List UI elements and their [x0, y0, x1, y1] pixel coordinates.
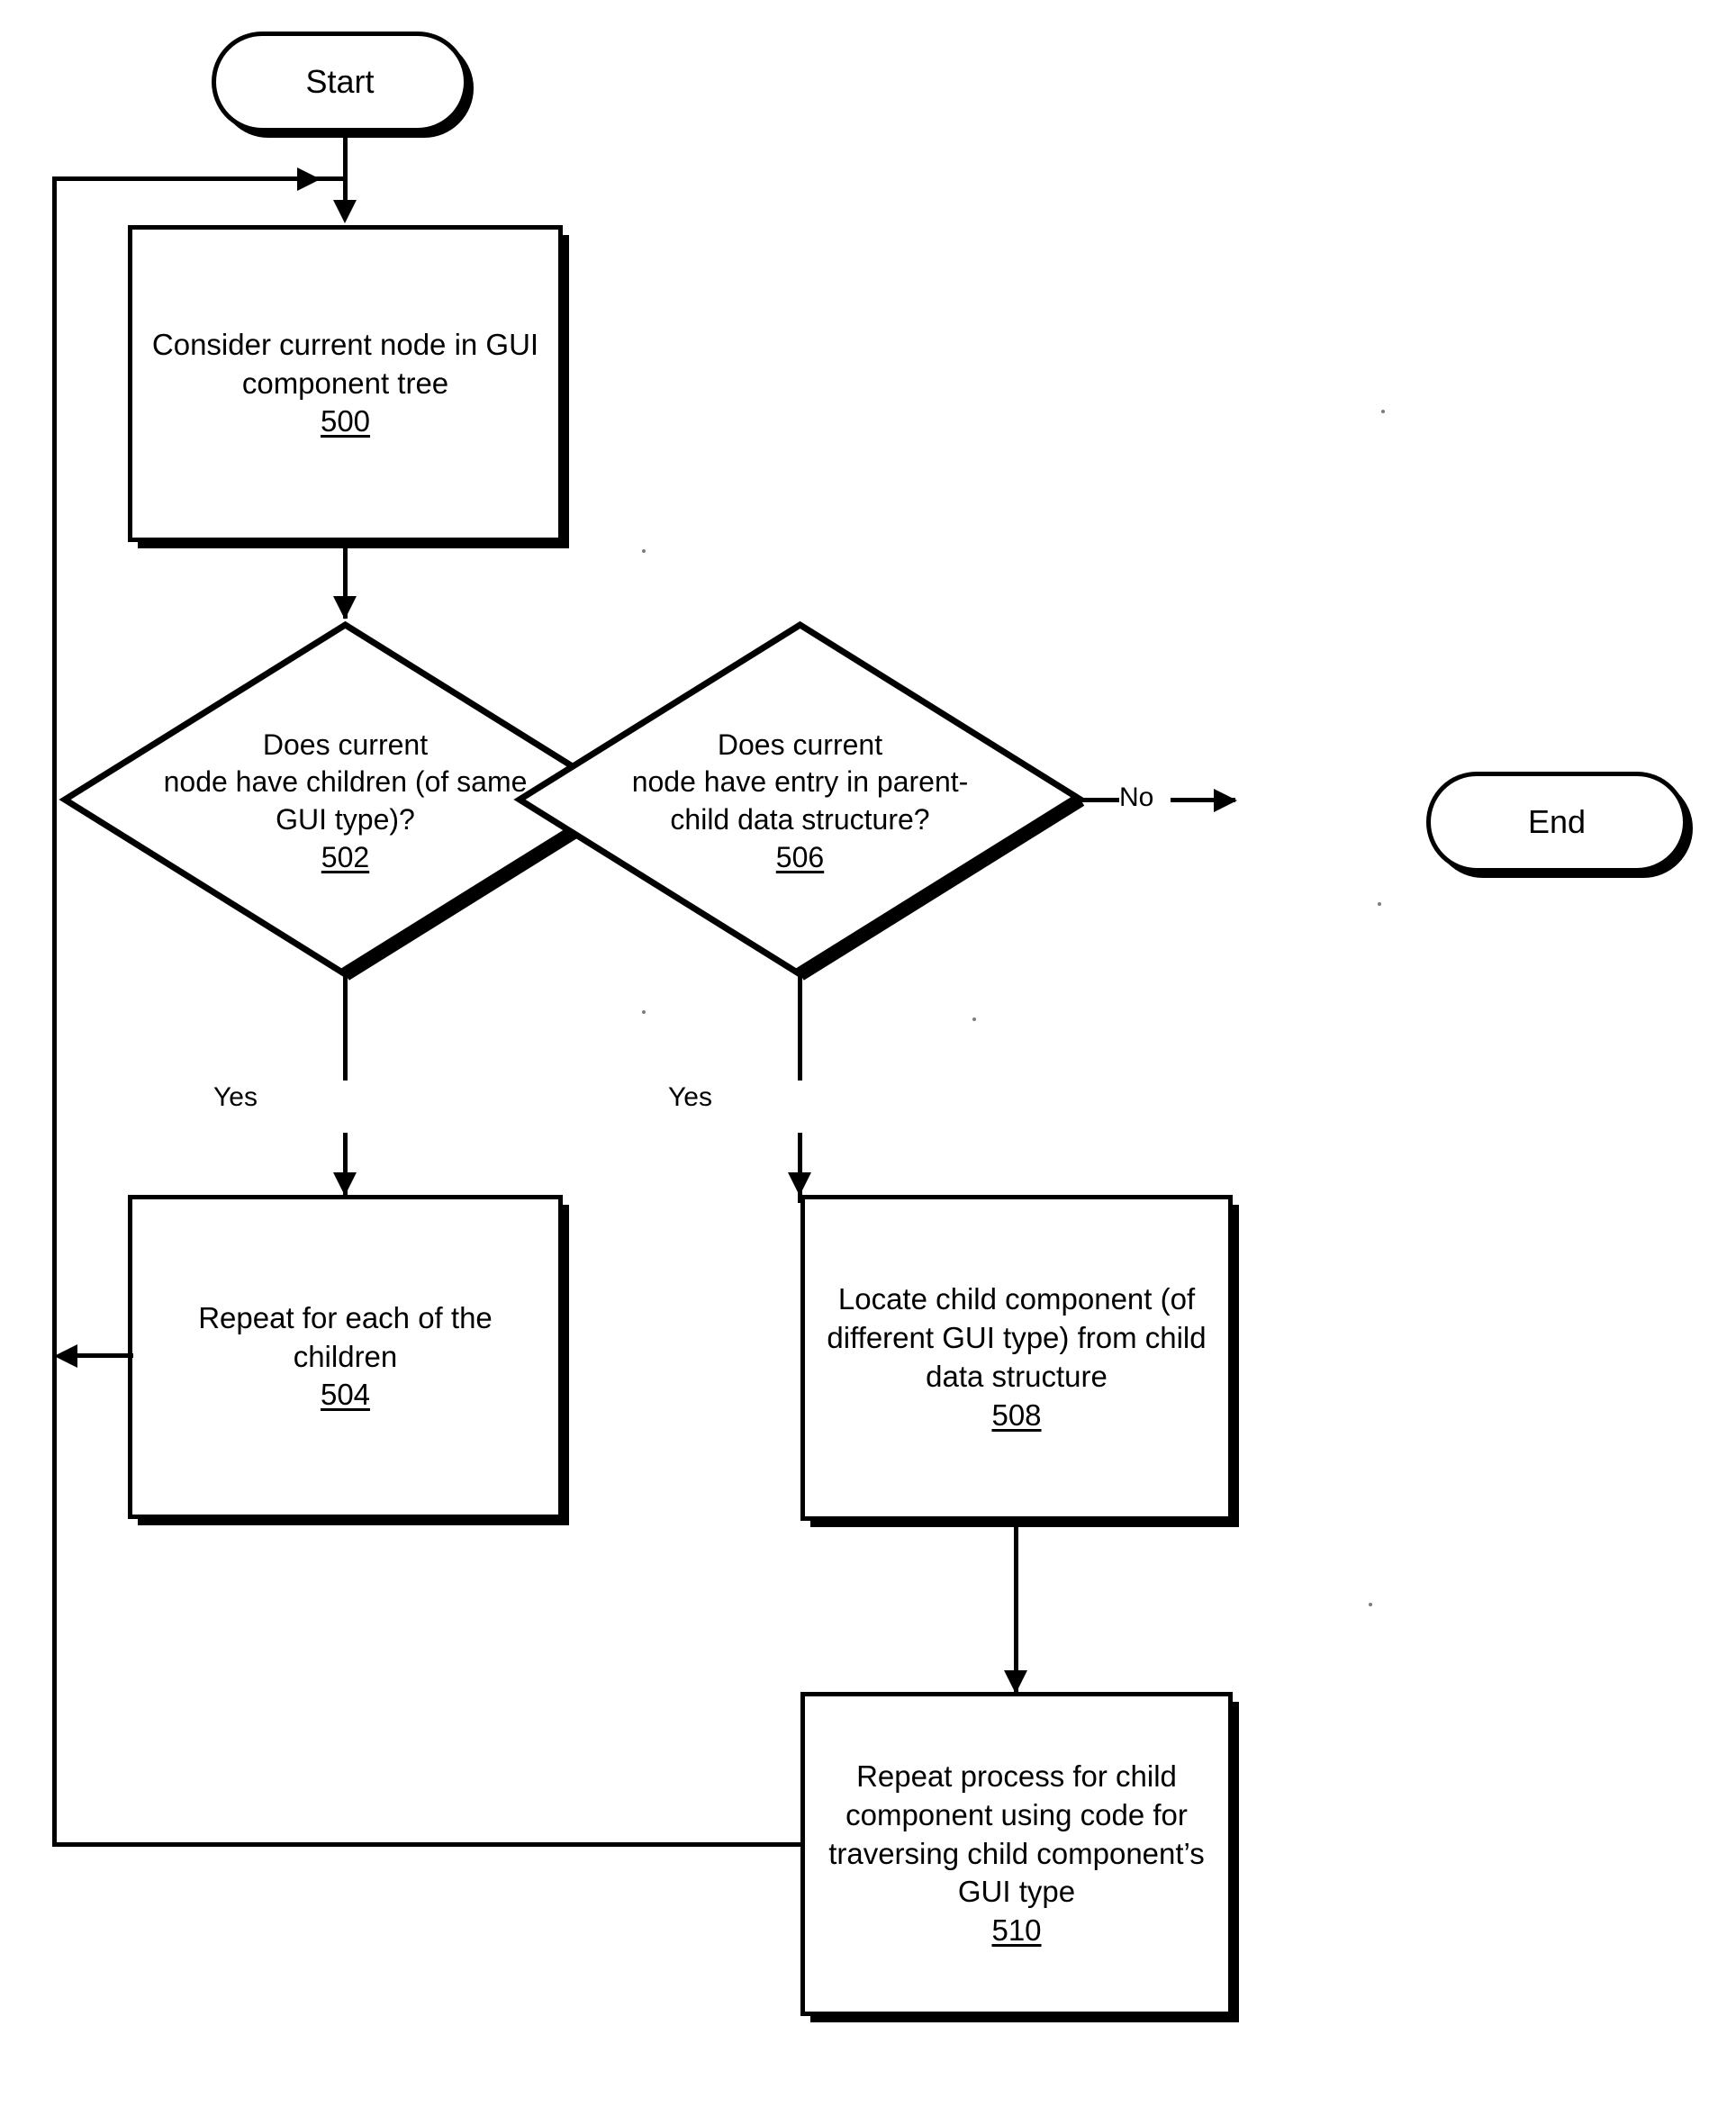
scan-speck	[972, 1017, 976, 1021]
process-box-510	[800, 1692, 1233, 2016]
edge-506-no-segment-a	[1079, 798, 1119, 802]
edge-502-yes-segment-a	[343, 974, 348, 1081]
edge-506-yes-arrowhead	[788, 1172, 811, 1196]
scan-speck	[1378, 902, 1381, 906]
loopback-arrowhead-into-500	[297, 167, 321, 191]
end-terminator	[1426, 772, 1687, 873]
edge-label-yes-502: Yes	[213, 1082, 258, 1112]
edge-label-no-506: No	[1119, 782, 1154, 812]
edge-502-yes-arrowhead	[333, 1172, 357, 1196]
scan-speck	[642, 1010, 646, 1014]
edge-label-yes-506: Yes	[668, 1082, 712, 1112]
edge-504-to-loopback-arrowhead	[54, 1344, 77, 1368]
edge-504-to-loopback	[68, 1353, 133, 1358]
flowchart-canvas: Start Consider current node in GUI compo…	[0, 0, 1736, 2107]
edge-start-to-500-arrowhead	[333, 200, 357, 223]
loopback-vertical-segment	[52, 176, 57, 1847]
loopback-bottom-segment	[52, 1842, 805, 1847]
edge-508-to-510-arrowhead	[1004, 1670, 1027, 1694]
edge-506-no-arrowhead	[1214, 789, 1237, 812]
scan-speck	[1369, 1603, 1372, 1606]
edge-start-to-500	[343, 132, 348, 204]
edge-506-yes-segment-a	[798, 974, 802, 1081]
scan-speck	[642, 549, 646, 553]
process-box-504	[128, 1195, 563, 1519]
decision-diamond-506	[513, 619, 1087, 981]
process-box-508	[800, 1195, 1233, 1521]
scan-speck	[1381, 410, 1385, 413]
process-box-500	[128, 225, 563, 542]
edge-500-to-502-arrowhead	[333, 596, 357, 619]
start-terminator	[212, 32, 468, 132]
